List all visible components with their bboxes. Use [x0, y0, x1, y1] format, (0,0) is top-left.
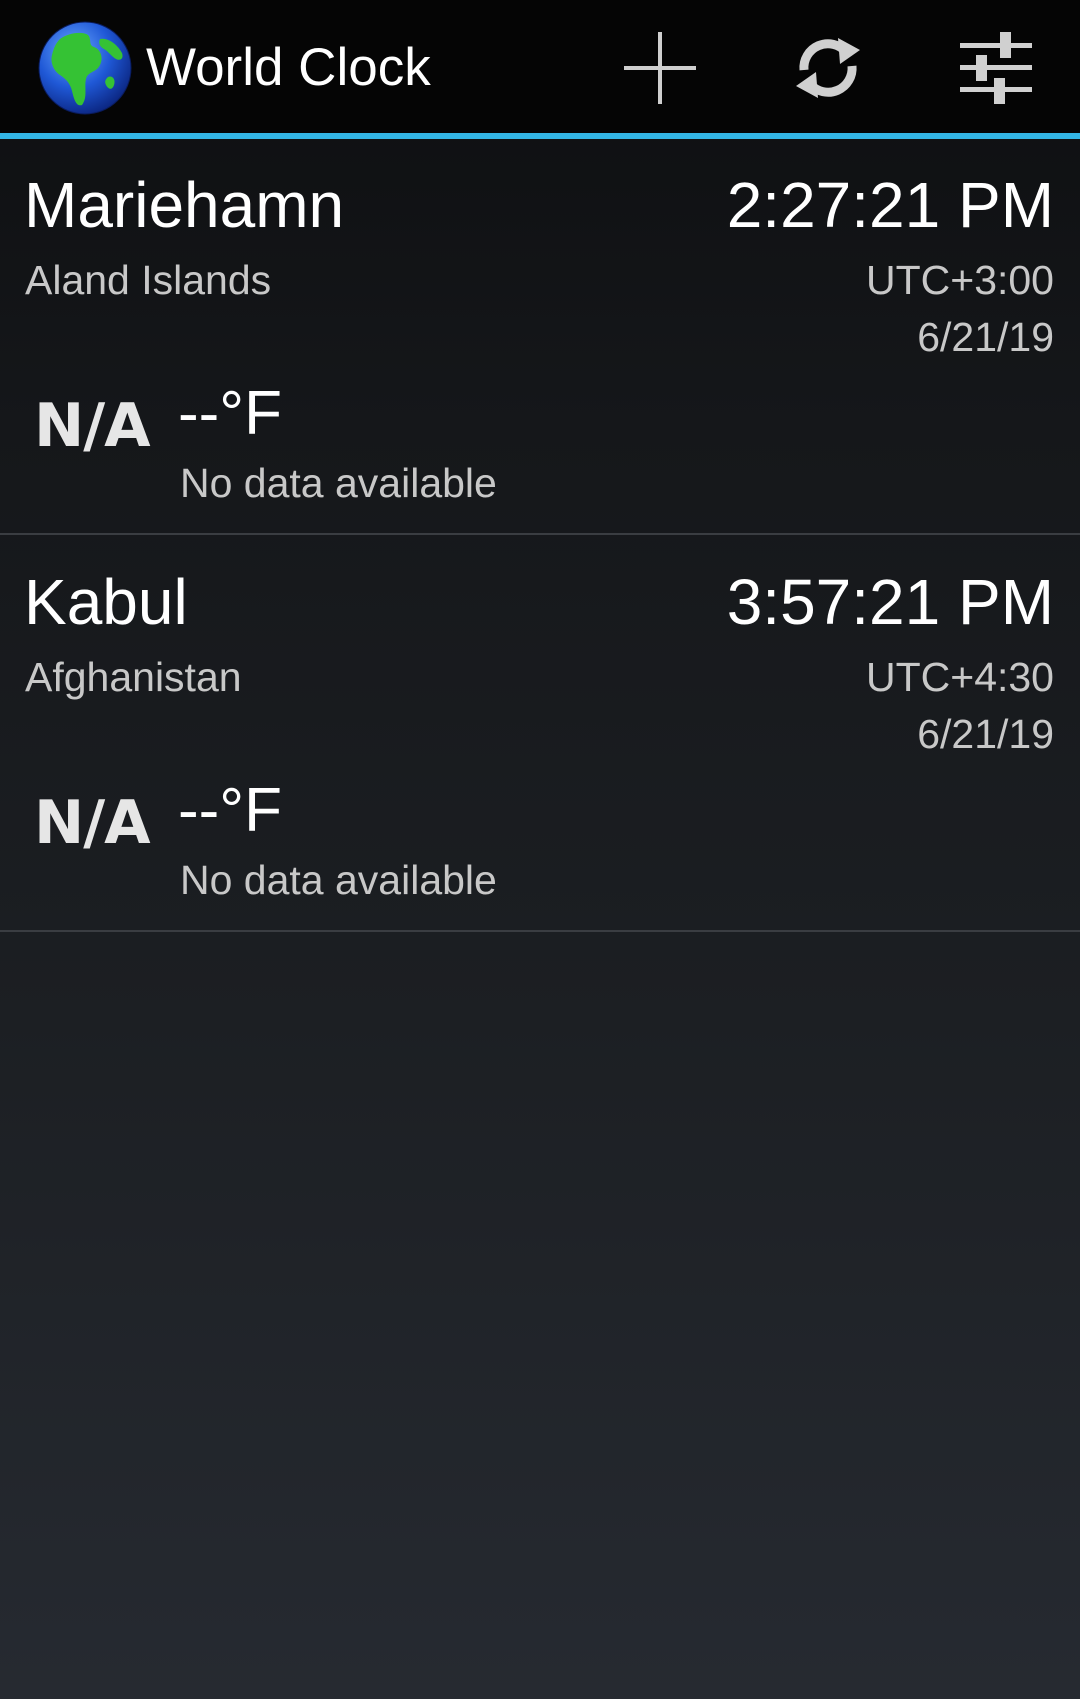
app-title: World Clock — [146, 38, 431, 97]
local-time: 3:57:21 PM — [726, 566, 1054, 638]
add-city-button[interactable] — [610, 20, 710, 116]
local-date: 6/21/19 — [917, 711, 1054, 757]
divider — [0, 930, 1080, 932]
sliders-icon — [960, 32, 1032, 104]
city-name: Kabul — [24, 566, 188, 638]
city-row-mariehamn[interactable]: Mariehamn Aland Islands 2:27:21 PM UTC+3… — [0, 139, 1080, 535]
weather-condition: No data available — [180, 857, 497, 903]
divider — [0, 533, 1080, 535]
city-row-kabul[interactable]: Kabul Afghanistan 3:57:21 PM UTC+4:30 6/… — [0, 536, 1080, 932]
temperature: --°F — [178, 776, 282, 845]
utc-offset: UTC+3:00 — [865, 257, 1054, 303]
refresh-icon — [796, 38, 860, 98]
local-time: 2:27:21 PM — [726, 169, 1054, 241]
temperature: --°F — [178, 379, 282, 448]
utc-offset: UTC+4:30 — [865, 654, 1054, 700]
globe-icon[interactable] — [38, 21, 132, 115]
settings-button[interactable] — [946, 20, 1046, 116]
country-name: Afghanistan — [25, 654, 242, 700]
city-name: Mariehamn — [24, 169, 345, 241]
local-date: 6/21/19 — [917, 314, 1054, 360]
action-bar: World Clock — [0, 0, 1080, 133]
weather-condition: No data available — [180, 460, 497, 506]
plus-icon — [624, 32, 696, 104]
country-name: Aland Islands — [25, 257, 272, 303]
weather-unavailable-icon: N/A — [34, 391, 151, 461]
refresh-button[interactable] — [778, 20, 878, 116]
weather-unavailable-icon: N/A — [34, 788, 151, 858]
